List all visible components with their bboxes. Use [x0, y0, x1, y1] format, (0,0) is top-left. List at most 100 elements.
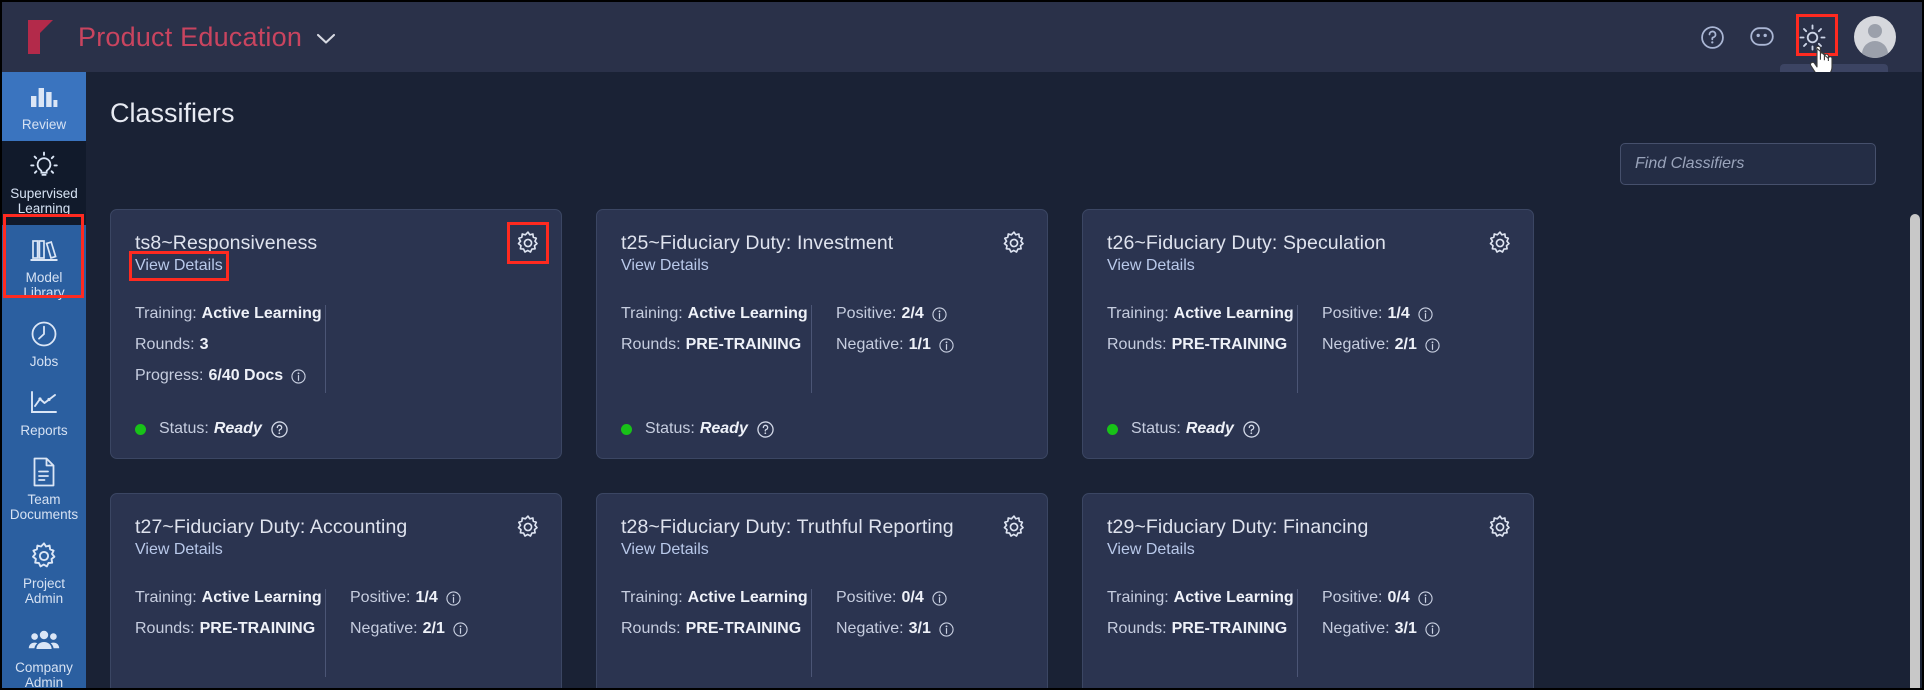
classifier-stats: Training: Active Learning Rounds: PRE-TRAIN…	[1107, 589, 1513, 677]
stat-value: 2/4	[901, 305, 924, 322]
sidebar-item-label: Review	[21, 117, 67, 132]
classifier-title: t26~Fiduciary Duty: Speculation	[1107, 232, 1386, 254]
gear-icon[interactable]	[1487, 230, 1513, 256]
vertical-scrollbar-thumb[interactable]	[1910, 214, 1920, 688]
status-badge: Status: Ready	[1107, 420, 1260, 438]
stat-label: Progress:	[135, 367, 204, 384]
stats-left-column: Training: Active Learning Rounds: PRE-TRAIN…	[621, 305, 811, 393]
classifier-stats: Training: Active Learning Rounds: PRE-TRAIN…	[1107, 305, 1513, 393]
stat-value: 3/1	[1394, 620, 1417, 637]
classifier-title: ts8~Responsiveness	[135, 232, 318, 254]
feedback-face-icon[interactable]	[1748, 23, 1776, 51]
classifier-stats: Training: Active Learning Rounds: PRE-TRAIN…	[135, 589, 541, 677]
project-name-label[interactable]: Product Education	[78, 22, 302, 53]
sidebar-item-project-admin[interactable]: Project Admin	[2, 531, 86, 615]
sidebar-item-jobs[interactable]: Jobs	[2, 309, 86, 378]
info-circle-icon[interactable]	[932, 306, 947, 322]
stat-value: PRE-TRAINING	[1171, 336, 1288, 353]
stat-label: Rounds:	[621, 336, 681, 353]
stat-training: Training: Active Learning	[1107, 305, 1294, 323]
view-details-link[interactable]: View Details	[1107, 541, 1195, 559]
stat-rounds: Rounds: PRE-TRAINING	[135, 620, 315, 638]
sidebar-item-label: Project Admin	[22, 576, 66, 606]
stat-value: PRE-TRAINING	[685, 336, 802, 353]
stat-value: PRE-TRAINING	[199, 620, 316, 637]
stat-value: 3/1	[908, 620, 931, 637]
status-badge: Status: Ready	[621, 420, 774, 438]
info-circle-icon[interactable]	[446, 590, 461, 606]
sidebar-item-company-admin[interactable]: Company Admin	[2, 615, 86, 688]
help-circle-icon[interactable]	[1698, 23, 1726, 51]
status-dot-icon	[621, 423, 632, 435]
gear-icon[interactable]	[507, 222, 549, 264]
page-title: Classifiers	[110, 98, 235, 128]
sidebar-item-supervised-learning[interactable]: Supervised Learning	[2, 141, 86, 225]
stat-value: PRE-TRAINING	[1171, 620, 1288, 637]
stat-label: Positive:	[1322, 589, 1383, 606]
view-details-link[interactable]: View Details	[621, 257, 709, 275]
info-circle-icon[interactable]	[453, 621, 468, 637]
classifier-card: t28~Fiduciary Duty: Truthful Reporting Vi…	[596, 493, 1048, 688]
sidebar-item-label: Reports	[20, 423, 68, 438]
view-details-link[interactable]: View Details	[129, 251, 229, 281]
question-circle-icon[interactable]	[271, 420, 288, 438]
gear-icon[interactable]	[1487, 514, 1513, 540]
sidebar-item-team-documents[interactable]: Team Documents	[2, 447, 86, 531]
stat-label: Negative:	[1322, 620, 1390, 637]
info-circle-icon[interactable]	[291, 368, 306, 384]
people-group-icon	[28, 624, 60, 656]
sidebar-item-review[interactable]: Review	[2, 72, 86, 141]
sidebar-item-reports[interactable]: Reports	[2, 378, 86, 447]
stat-positive: Positive: 1/4	[1322, 305, 1440, 323]
gear-icon[interactable]	[1001, 230, 1027, 256]
sun-brightness-icon[interactable]	[1798, 23, 1826, 51]
stat-negative: Negative: 3/1	[836, 620, 954, 638]
info-circle-icon[interactable]	[1425, 621, 1440, 637]
avatar[interactable]	[1854, 16, 1896, 58]
info-circle-icon[interactable]	[1418, 590, 1433, 606]
stat-progress: Progress: 6/40 Docs	[135, 367, 307, 385]
status-value: Ready	[699, 420, 748, 437]
stat-label: Negative:	[836, 336, 904, 353]
stats-left-column: Training: Active Learning Rounds: PRE-TRAIN…	[1107, 589, 1297, 677]
sidebar-item-label: Supervised Learning	[10, 186, 78, 216]
classifier-card: t26~Fiduciary Duty: Speculation View Deta…	[1082, 209, 1534, 459]
stat-label: Positive:	[836, 305, 897, 322]
view-details-link[interactable]: View Details	[1107, 257, 1195, 275]
view-details-link[interactable]: View Details	[621, 541, 709, 559]
stat-label: Training:	[135, 589, 197, 606]
stat-label: Positive:	[836, 589, 897, 606]
search-row	[86, 129, 1922, 185]
info-circle-icon[interactable]	[1418, 306, 1433, 322]
status-dot-icon	[1107, 423, 1118, 435]
classifier-stats: Training: Active Learning Rounds: 3 Progress…	[135, 305, 541, 393]
gear-icon[interactable]	[515, 514, 541, 540]
sidebar-item-label: Company Admin	[15, 660, 73, 688]
relativity-logo-icon[interactable]	[28, 20, 56, 54]
stat-rounds: Rounds: PRE-TRAINING	[621, 336, 801, 354]
stat-value: 6/40 Docs	[208, 367, 284, 384]
vertical-scrollbar-track[interactable]	[1908, 72, 1922, 688]
info-circle-icon[interactable]	[1425, 337, 1440, 353]
stat-value: PRE-TRAINING	[685, 620, 802, 637]
classifier-stats: Training: Active Learning Rounds: PRE-TRAIN…	[621, 305, 1027, 393]
question-circle-icon[interactable]	[1243, 420, 1260, 438]
view-details-link[interactable]: View Details	[135, 541, 223, 559]
chevron-down-icon[interactable]	[316, 26, 336, 49]
stat-label: Negative:	[1322, 336, 1390, 353]
gear-icon	[29, 540, 59, 572]
info-circle-icon[interactable]	[939, 337, 954, 353]
info-circle-icon[interactable]	[932, 590, 947, 606]
info-circle-icon[interactable]	[939, 621, 954, 637]
gear-icon[interactable]	[1001, 514, 1027, 540]
library-books-icon	[29, 234, 59, 266]
sidebar-item-model-library[interactable]: Model Library	[2, 225, 86, 309]
question-circle-icon[interactable]	[757, 420, 774, 438]
stats-left-column: Training: Active Learning Rounds: PRE-TRAIN…	[135, 589, 325, 677]
stat-training: Training: Active Learning	[621, 589, 808, 607]
sidebar-item-label: Jobs	[29, 354, 59, 369]
stats-right-column: Positive: 2/4 Negative: 1/1	[812, 305, 954, 393]
status-label: Status:	[1131, 420, 1181, 437]
search-input[interactable]	[1620, 143, 1876, 185]
stat-negative: Negative: 2/1	[350, 620, 468, 638]
